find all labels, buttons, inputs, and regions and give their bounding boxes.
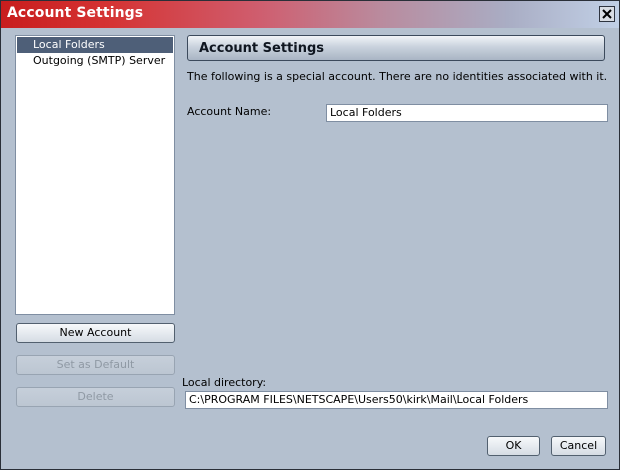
- local-directory-field[interactable]: C:\PROGRAM FILES\NETSCAPE\Users50\kirk\M…: [185, 391, 608, 409]
- panel-title: Account Settings: [199, 41, 325, 56]
- account-name-label: Account Name:: [187, 105, 272, 118]
- account-item-local-folders[interactable]: Local Folders: [17, 37, 173, 53]
- delete-button[interactable]: Delete: [16, 387, 175, 407]
- local-directory-label: Local directory:: [182, 376, 267, 389]
- account-name-field[interactable]: Local Folders: [326, 104, 608, 122]
- window-title: Account Settings: [7, 5, 144, 21]
- panel-description: The following is a special account. Ther…: [187, 70, 608, 83]
- account-list[interactable]: Local Folders Outgoing (SMTP) Server: [15, 35, 175, 315]
- cancel-button[interactable]: Cancel: [551, 436, 606, 456]
- title-bar[interactable]: Account Settings: [1, 1, 619, 28]
- account-item-outgoing-smtp[interactable]: Outgoing (SMTP) Server: [16, 53, 174, 69]
- close-button[interactable]: [599, 6, 615, 22]
- panel-header: Account Settings: [187, 35, 605, 61]
- set-as-default-button[interactable]: Set as Default: [16, 355, 175, 375]
- dialog-body: Local Folders Outgoing (SMTP) Server New…: [1, 29, 619, 469]
- new-account-button[interactable]: New Account: [16, 323, 175, 343]
- account-settings-window: Account Settings Local Folders Outgoing …: [0, 0, 620, 470]
- ok-button[interactable]: OK: [487, 436, 540, 456]
- close-icon: [602, 9, 612, 19]
